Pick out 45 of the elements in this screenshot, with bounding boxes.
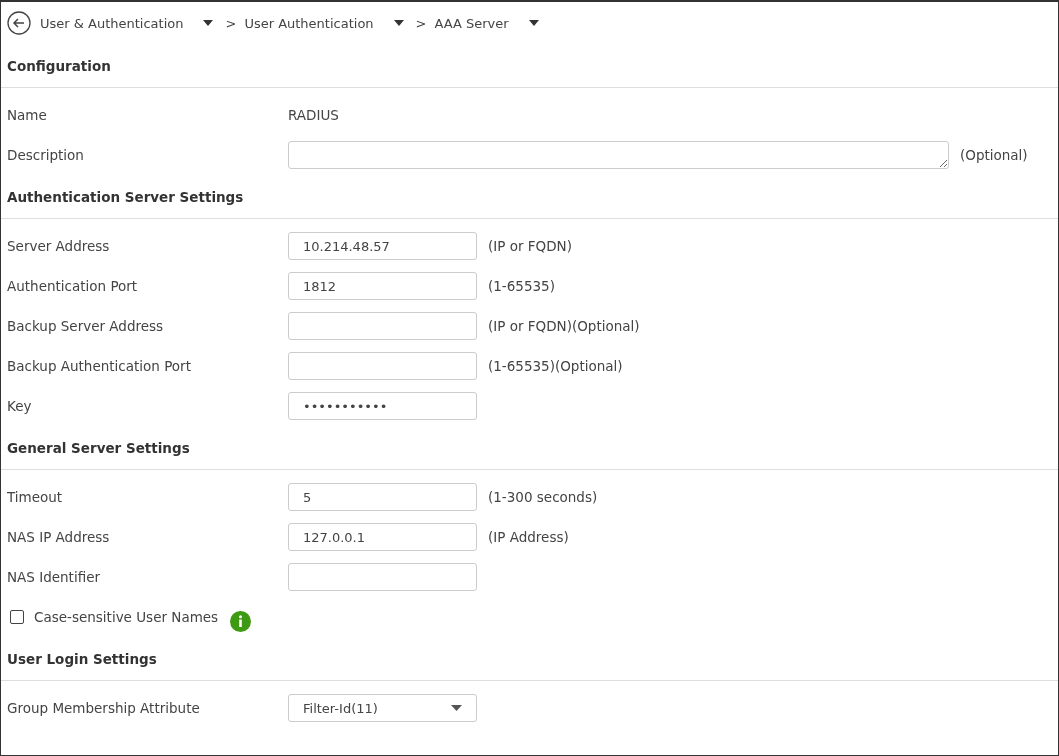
- field-label: Group Membership Attribute: [7, 700, 201, 716]
- field-label: Backup Server Address: [7, 318, 165, 334]
- field-value: RADIUS: [288, 107, 339, 123]
- field-hint: (1-65535): [488, 278, 555, 294]
- section-heading: User Login Settings: [7, 651, 157, 667]
- caret-icon[interactable]: [203, 20, 214, 26]
- input-field[interactable]: [288, 312, 477, 340]
- field-label: Backup Authentication Port: [7, 358, 192, 374]
- field-hint: (IP Address): [488, 529, 569, 545]
- dropdown[interactable]: Filter-Id(11): [288, 694, 477, 722]
- section-heading: Configuration: [7, 58, 111, 74]
- field-hint: (Optional): [960, 147, 1028, 163]
- description-field[interactable]: [288, 141, 949, 169]
- info-icon[interactable]: [230, 610, 252, 632]
- caret-icon[interactable]: [393, 20, 404, 26]
- field-hint: (1-65535)(Optional): [488, 358, 623, 374]
- breadcrumb-separator: >: [415, 15, 427, 31]
- input-field[interactable]: [288, 563, 477, 591]
- field-label: Key: [7, 398, 33, 414]
- input-field[interactable]: 1812: [288, 272, 477, 300]
- input-field[interactable]: •••••••••••: [288, 392, 477, 420]
- checkbox-label[interactable]: Case-sensitive User Names: [34, 609, 219, 625]
- field-hint: (IP or FQDN)(Optional): [488, 318, 640, 334]
- input-field[interactable]: [288, 352, 477, 380]
- caret-icon[interactable]: [451, 705, 462, 711]
- field-label: Description: [7, 147, 85, 163]
- field-hint: (IP or FQDN): [488, 238, 572, 254]
- field-label: Server Address: [7, 238, 111, 254]
- field-label: Timeout: [7, 489, 64, 505]
- input-field[interactable]: 127.0.0.1: [288, 523, 477, 551]
- field-label: Name: [7, 107, 48, 123]
- breadcrumb-link[interactable]: User Authentication: [244, 15, 374, 31]
- section-heading: General Server Settings: [7, 440, 190, 456]
- breadcrumb-link[interactable]: AAA Server: [434, 15, 509, 31]
- input-field[interactable]: 5: [288, 483, 477, 511]
- field-label: NAS Identifier: [7, 569, 101, 585]
- breadcrumb-separator: >: [225, 15, 237, 31]
- caret-icon[interactable]: [528, 20, 539, 26]
- checkbox[interactable]: [10, 610, 24, 624]
- field-hint: (1-300 seconds): [488, 489, 598, 505]
- section-heading: Authentication Server Settings: [7, 189, 244, 205]
- field-label: NAS IP Address: [7, 529, 111, 545]
- breadcrumb-link[interactable]: User & Authentication: [40, 15, 184, 31]
- field-label: Authentication Port: [7, 278, 139, 294]
- input-field[interactable]: 10.214.48.57: [288, 232, 477, 260]
